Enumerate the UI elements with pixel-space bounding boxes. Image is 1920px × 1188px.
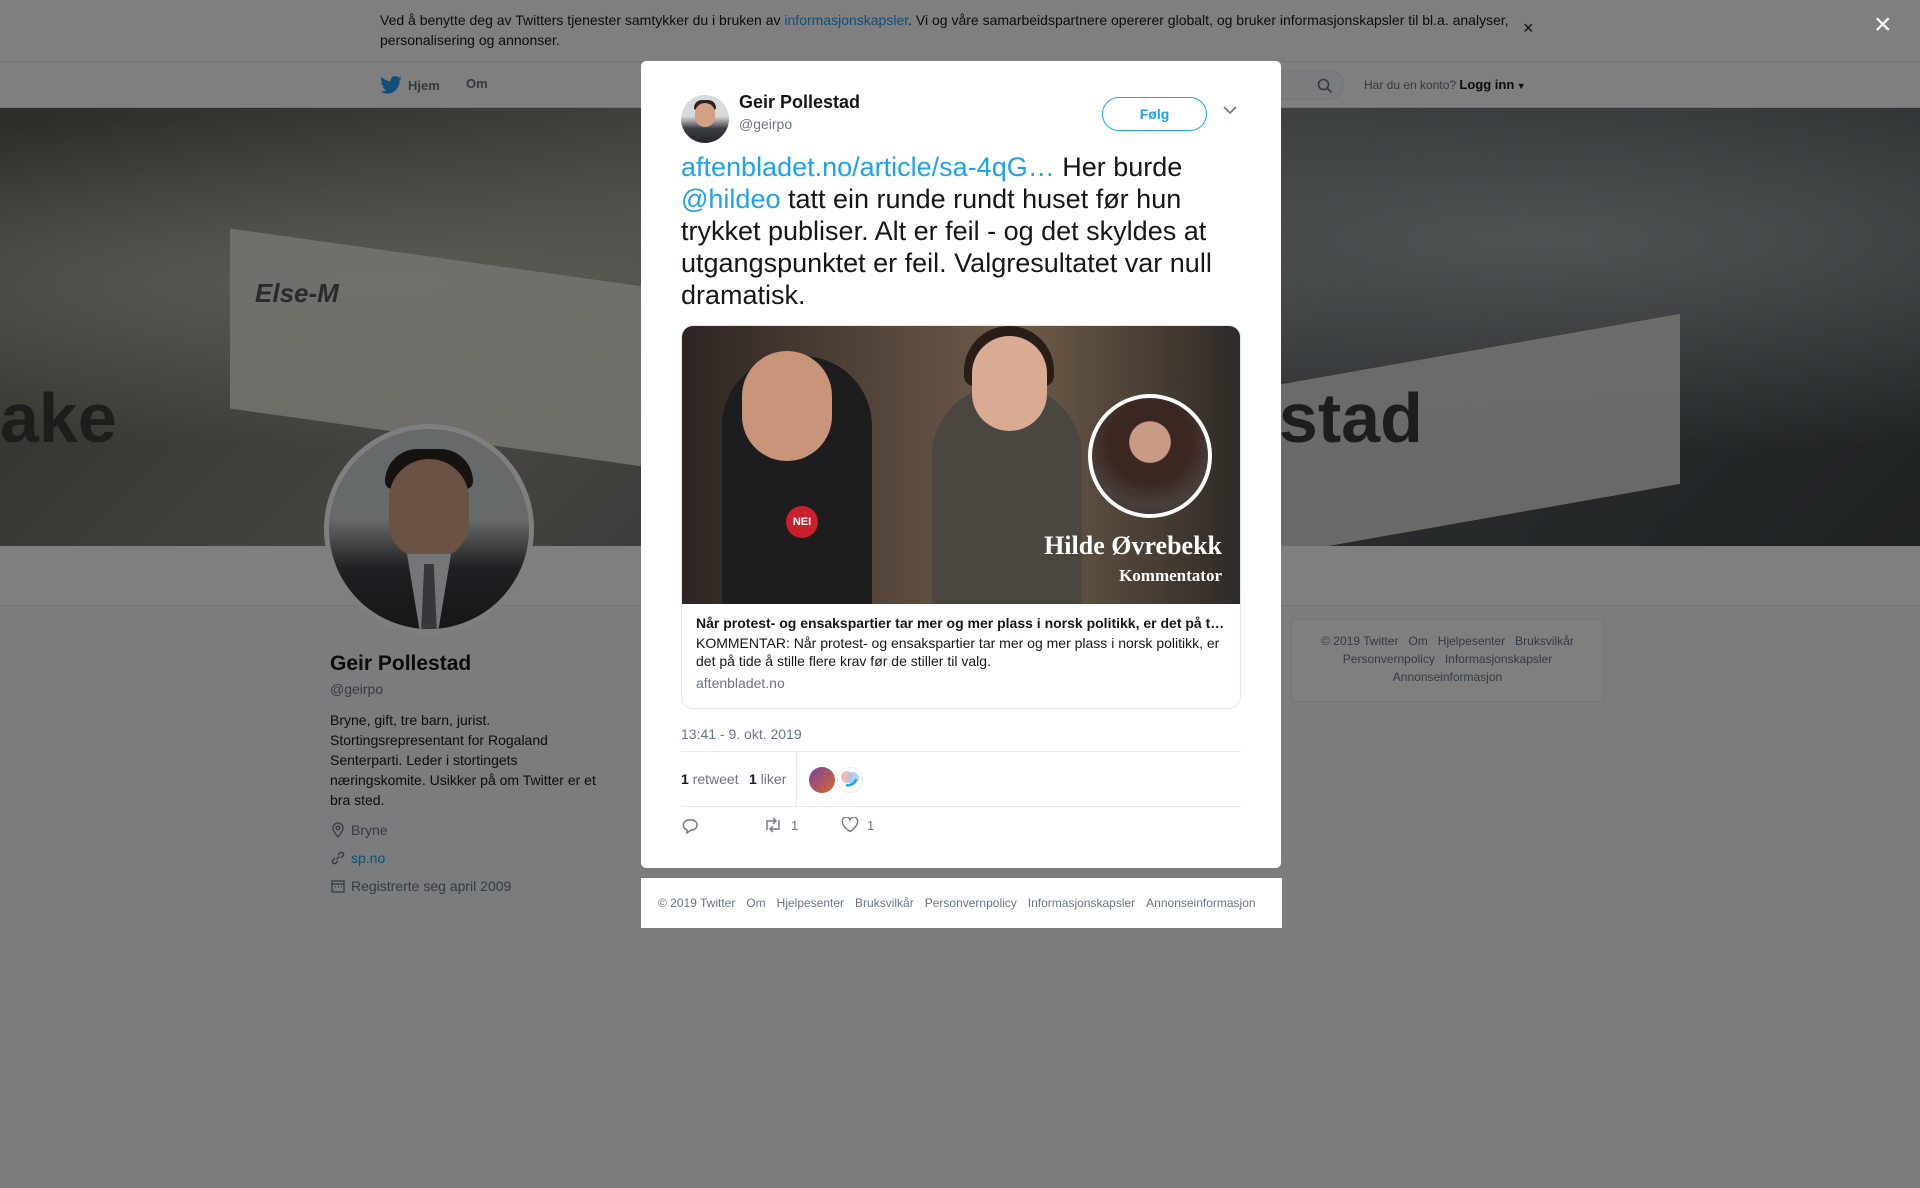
retweet-stat-count: 1	[681, 771, 689, 787]
retweet-button[interactable]: 1	[763, 817, 798, 833]
like-stat[interactable]: 1 liker	[749, 771, 786, 787]
tweet-actions: 1 1	[681, 817, 1241, 847]
link-preview-card[interactable]: NEI Hilde Øvrebekk Kommentator Når prote…	[681, 325, 1241, 709]
footer-link[interactable]: Informasjonskapsler	[1028, 896, 1135, 910]
card-title: Når protest- og ensakspartier tar mer og…	[696, 615, 1226, 631]
stats-divider	[796, 752, 797, 806]
footer-link[interactable]: Hjelpesenter	[777, 896, 844, 910]
twitter-bird-icon	[841, 771, 859, 787]
card-image-badge: NEI	[786, 506, 818, 538]
tweet-author-name[interactable]: Geir Pollestad	[739, 92, 860, 113]
liker-avatar[interactable]	[837, 767, 863, 793]
modal-close-icon[interactable]: ×	[1874, 10, 1892, 40]
tweet-text: aftenbladet.no/article/sa-4qG… Her burde…	[681, 151, 1241, 311]
card-image-person-head	[972, 336, 1047, 431]
card-image-portrait	[1088, 394, 1212, 518]
like-count: 1	[867, 817, 875, 833]
liker-avatar[interactable]	[809, 767, 835, 793]
retweet-stat-label: retweet	[692, 771, 739, 787]
tweet-modal: Geir Pollestad @geirpo Følg aftenbladet.…	[641, 61, 1281, 868]
follow-button[interactable]: Følg	[1102, 97, 1207, 131]
card-image-overlay-name: Hilde Øvrebekk	[1044, 531, 1222, 560]
card-image: NEI Hilde Øvrebekk Kommentator	[682, 326, 1240, 604]
footer-link[interactable]: Om	[746, 896, 765, 910]
tweet-timestamp[interactable]: 13:41 - 9. okt. 2019	[681, 726, 802, 742]
card-image-person-head	[742, 351, 832, 461]
tweet-mention-link[interactable]: @hildeo	[681, 184, 780, 214]
tweet-author-avatar[interactable]	[681, 95, 729, 143]
retweet-count: 1	[791, 817, 799, 833]
portrait-photo	[1092, 398, 1208, 514]
modal-footer: © 2019 Twitter Om Hjelpesenter Bruksvilk…	[641, 878, 1282, 928]
tweet-text-part: Her burde	[1054, 152, 1183, 182]
like-stat-label: liker	[760, 771, 787, 787]
footer-link[interactable]: Personvernpolicy	[925, 896, 1017, 910]
reply-button[interactable]	[681, 817, 699, 835]
retweet-stat[interactable]: 1 retweet	[681, 771, 739, 787]
avatar-face	[695, 103, 715, 127]
card-description: KOMMENTAR: Når protest- og ensakspartier…	[696, 635, 1220, 669]
card-domain: aftenbladet.no	[696, 675, 785, 691]
reply-icon	[682, 819, 698, 835]
footer-link[interactable]: © 2019 Twitter	[658, 896, 735, 910]
like-button[interactable]: 1	[841, 817, 874, 833]
tweet-url-link[interactable]: aftenbladet.no/article/sa-4qG…	[681, 152, 1055, 182]
like-stat-count: 1	[749, 771, 757, 787]
heart-icon	[841, 817, 859, 833]
chevron-down-icon[interactable]	[1223, 105, 1237, 115]
footer-link[interactable]: Annonseinformasjon	[1146, 896, 1255, 910]
retweet-icon	[766, 817, 780, 833]
footer-link[interactable]: Bruksvilkår	[855, 896, 914, 910]
tweet-stats: 1 retweet 1 liker	[681, 751, 1241, 807]
card-body: Når protest- og ensakspartier tar mer og…	[682, 604, 1240, 701]
card-image-overlay-role: Kommentator	[1119, 566, 1222, 585]
tweet-author-handle[interactable]: @geirpo	[739, 116, 792, 132]
